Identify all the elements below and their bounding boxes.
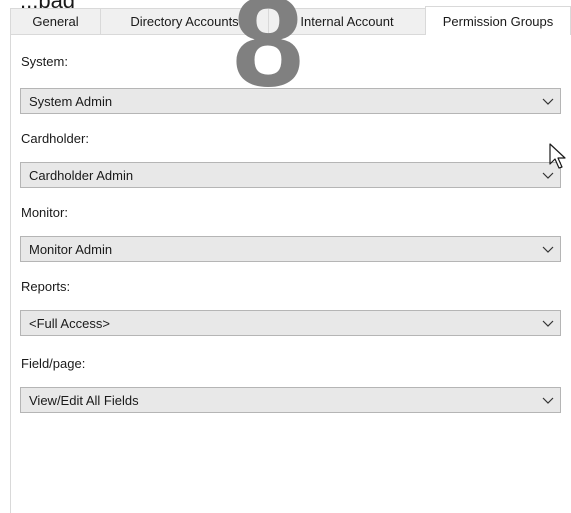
system-label: System: (21, 54, 68, 69)
tab-strip: General Directory Accounts Internal Acco… (10, 6, 571, 35)
monitor-dropdown-value: Monitor Admin (29, 241, 113, 257)
reports-dropdown[interactable]: <Full Access> (20, 310, 561, 336)
chevron-down-icon (542, 320, 554, 327)
field-page-label: Field/page: (21, 356, 86, 371)
tab-directory-accounts[interactable]: Directory Accounts (100, 8, 269, 34)
reports-label: Reports: (21, 279, 71, 294)
cardholder-label: Cardholder: (21, 131, 89, 146)
cardholder-dropdown[interactable]: Cardholder Admin (20, 162, 561, 188)
permission-groups-panel: System: System Admin Cardholder: Cardhol… (10, 34, 571, 513)
chevron-down-icon (542, 98, 554, 105)
chevron-down-icon (542, 397, 554, 404)
system-dropdown[interactable]: System Admin (20, 88, 561, 114)
reports-dropdown-value: <Full Access> (29, 315, 110, 331)
field-page-dropdown[interactable]: View/Edit All Fields (20, 387, 561, 413)
mouse-cursor-icon (549, 143, 566, 169)
monitor-label: Monitor: (21, 205, 68, 220)
chevron-down-icon (542, 246, 554, 253)
tab-internal-account[interactable]: Internal Account (268, 8, 426, 34)
tab-general[interactable]: General (10, 8, 101, 34)
cardholder-dropdown-value: Cardholder Admin (29, 167, 134, 183)
tab-permission-groups[interactable]: Permission Groups (425, 6, 571, 35)
field-page-dropdown-value: View/Edit All Fields (29, 392, 139, 408)
system-dropdown-value: System Admin (29, 93, 113, 109)
monitor-dropdown[interactable]: Monitor Admin (20, 236, 561, 262)
